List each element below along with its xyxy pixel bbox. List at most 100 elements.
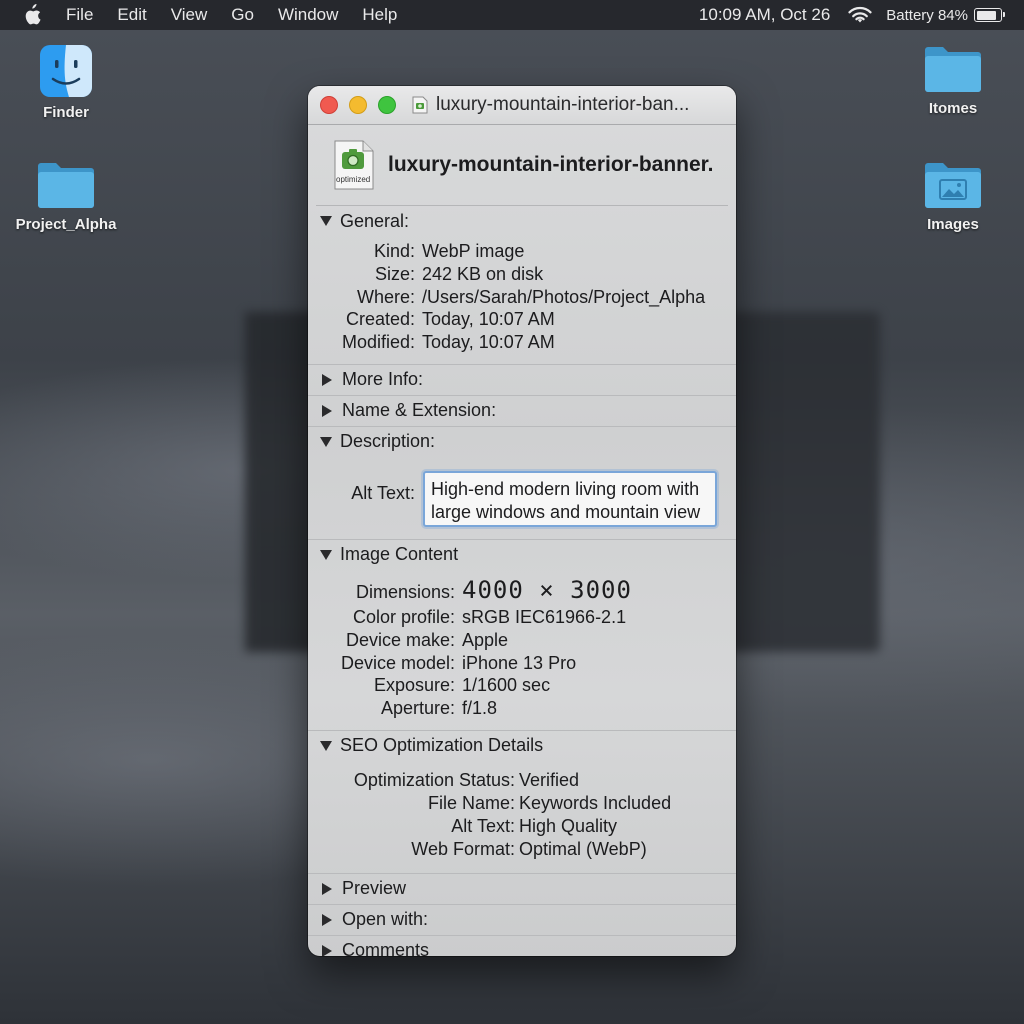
seo-alt-text-label: Alt Text: bbox=[451, 815, 515, 836]
web-format-value: Optimal (WebP) bbox=[519, 838, 647, 859]
file-thumbnail: optimized bbox=[334, 140, 374, 190]
dimensions-value: 4000 × 3000 bbox=[462, 575, 632, 604]
folder-icon bbox=[38, 163, 94, 208]
minimize-button[interactable] bbox=[349, 96, 367, 114]
menu-help[interactable]: Help bbox=[362, 5, 397, 25]
optimization-status-label: Optimization Status: bbox=[353, 769, 515, 790]
menu-file[interactable]: File bbox=[66, 5, 93, 25]
seo-details: Optimization Status: Verified File Name: K… bbox=[308, 761, 736, 873]
desktop-icon-project-alpha[interactable]: Project_Alpha bbox=[6, 160, 126, 233]
device-model-label: Device model: bbox=[340, 652, 455, 673]
desktop-icon-label: Finder bbox=[43, 104, 89, 121]
section-open-with-toggle[interactable]: Open with: bbox=[308, 903, 736, 935]
exposure-label: Exposure: bbox=[373, 675, 455, 696]
menu-edit[interactable]: Edit bbox=[117, 5, 146, 25]
desktop-icon-label: Images bbox=[927, 216, 979, 233]
aperture-value: f/1.8 bbox=[462, 698, 498, 719]
section-more-info-label: More Info: bbox=[342, 369, 424, 390]
exposure-row: Exposure: 1/1600 sec bbox=[308, 674, 736, 697]
window-titlebar[interactable]: luxury-mountain-interior-ban... bbox=[308, 86, 736, 125]
size-row: Size: 242 KB on disk bbox=[308, 263, 736, 286]
menu-view[interactable]: View bbox=[171, 5, 208, 25]
section-comments-toggle[interactable]: Comments bbox=[308, 934, 736, 956]
color-profile-row: Color profile: sRGB IEC61966-2.1 bbox=[308, 606, 736, 629]
modified-value: Today, 10:07 AM bbox=[422, 332, 555, 353]
device-make-value: Apple bbox=[462, 629, 509, 650]
folder-icon bbox=[925, 47, 981, 92]
menubar-clock[interactable]: 10:09 AM, Oct 26 bbox=[699, 5, 830, 25]
seo-alt-text-value: High Quality bbox=[519, 815, 618, 836]
kind-row: Kind: WebP image bbox=[308, 240, 736, 263]
disclosure-down-icon bbox=[320, 216, 332, 226]
optimization-status-row: Optimization Status: Verified bbox=[308, 769, 736, 792]
close-button[interactable] bbox=[320, 96, 338, 114]
desktop-icon-label: Itomes bbox=[928, 100, 978, 117]
optimized-badge: optimized bbox=[336, 175, 371, 184]
disclosure-right-icon bbox=[322, 882, 332, 895]
battery-icon[interactable] bbox=[974, 8, 1005, 22]
desktop-icon-label: Project_Alpha bbox=[15, 216, 117, 233]
exposure-value: 1/1600 sec bbox=[462, 675, 551, 696]
optimization-status-value: Verified bbox=[519, 769, 580, 790]
created-value: Today, 10:07 AM bbox=[422, 309, 555, 330]
section-name-extension-toggle[interactable]: Name & Extension: bbox=[308, 394, 736, 426]
description-details: Alt Text: High-end modern living room wi… bbox=[308, 457, 736, 539]
status-area: 10:09 AM, Oct 26 Battery 84% bbox=[699, 0, 1005, 30]
section-preview-label: Preview bbox=[342, 878, 407, 899]
section-more-info-toggle[interactable]: More Info: bbox=[308, 363, 736, 395]
desktop-icon-finder[interactable]: Finder bbox=[6, 44, 126, 121]
seo-file-name-label: File Name: bbox=[427, 792, 515, 813]
kind-label: Kind: bbox=[373, 241, 415, 261]
web-format-row: Web Format: Optimal (WebP) bbox=[308, 838, 736, 861]
wifi-icon[interactable] bbox=[848, 6, 872, 24]
menu-window[interactable]: Window bbox=[278, 5, 338, 25]
section-description-toggle[interactable]: Description: bbox=[308, 425, 736, 457]
device-model-value: iPhone 13 Pro bbox=[462, 652, 577, 673]
size-value: 242 KB on disk bbox=[422, 263, 544, 284]
desktop-icon-images[interactable]: Images bbox=[893, 160, 1013, 233]
disclosure-right-icon bbox=[322, 913, 332, 926]
disclosure-down-icon bbox=[320, 740, 332, 751]
size-label: Size: bbox=[374, 263, 415, 284]
where-row: Where: /Users/Sarah/Photos/Project_Alpha bbox=[308, 286, 736, 309]
get-info-window: luxury-mountain-interior-ban... optimize… bbox=[308, 86, 736, 956]
desktop-icon-itomes[interactable]: Itomes bbox=[893, 44, 1013, 117]
section-comments-label: Comments bbox=[342, 940, 430, 956]
apple-menu-icon[interactable] bbox=[22, 4, 42, 26]
device-model-row: Device model: iPhone 13 Pro bbox=[308, 652, 736, 675]
disclosure-down-icon bbox=[320, 549, 332, 560]
webp-file-icon bbox=[412, 96, 428, 114]
section-open-with-label: Open with: bbox=[342, 909, 429, 930]
aperture-row: Aperture: f/1.8 bbox=[308, 697, 736, 720]
battery-label[interactable]: Battery 84% bbox=[886, 7, 968, 24]
section-name-extension-label: Name & Extension: bbox=[342, 400, 497, 421]
modified-label: Modified: bbox=[341, 332, 415, 353]
menu-go[interactable]: Go bbox=[231, 5, 254, 25]
seo-file-name-row: File Name: Keywords Included bbox=[308, 792, 736, 815]
section-image-content-label: Image Content bbox=[340, 544, 459, 565]
disclosure-down-icon bbox=[320, 436, 332, 447]
section-seo-label: SEO Optimization Details bbox=[340, 735, 544, 756]
section-image-content-toggle[interactable]: Image Content bbox=[308, 538, 736, 570]
images-folder-icon bbox=[925, 163, 981, 208]
alt-text-field[interactable]: High-end modern living room with large w… bbox=[423, 470, 717, 527]
file-header: optimized luxury-mountain-interior-banne… bbox=[316, 125, 728, 206]
section-preview-toggle[interactable]: Preview bbox=[308, 872, 736, 904]
device-make-row: Device make: Apple bbox=[308, 629, 736, 652]
menu-bar: File Edit View Go Window Help 10:09 AM, … bbox=[0, 0, 1024, 30]
finder-icon bbox=[40, 45, 92, 97]
section-general-toggle[interactable]: General: bbox=[308, 206, 736, 236]
section-general-label: General: bbox=[340, 210, 410, 231]
web-format-label: Web Format: bbox=[411, 838, 515, 859]
zoom-button[interactable] bbox=[378, 96, 396, 114]
window-title: luxury-mountain-interior-ban... bbox=[436, 94, 690, 115]
disclosure-right-icon bbox=[322, 404, 332, 417]
dimensions-label: Dimensions: bbox=[355, 581, 455, 602]
general-details: Kind: WebP image Size: 242 KB on disk Wher… bbox=[308, 236, 736, 364]
seo-alt-text-row: Alt Text: High Quality bbox=[308, 815, 736, 838]
file-name: luxury-mountain-interior-banner. bbox=[388, 153, 714, 176]
where-value: /Users/Sarah/Photos/Project_Alpha bbox=[422, 286, 706, 307]
device-make-label: Device make: bbox=[345, 629, 455, 650]
section-seo-toggle[interactable]: SEO Optimization Details bbox=[308, 729, 736, 761]
modified-row: Modified: Today, 10:07 AM bbox=[308, 331, 736, 354]
